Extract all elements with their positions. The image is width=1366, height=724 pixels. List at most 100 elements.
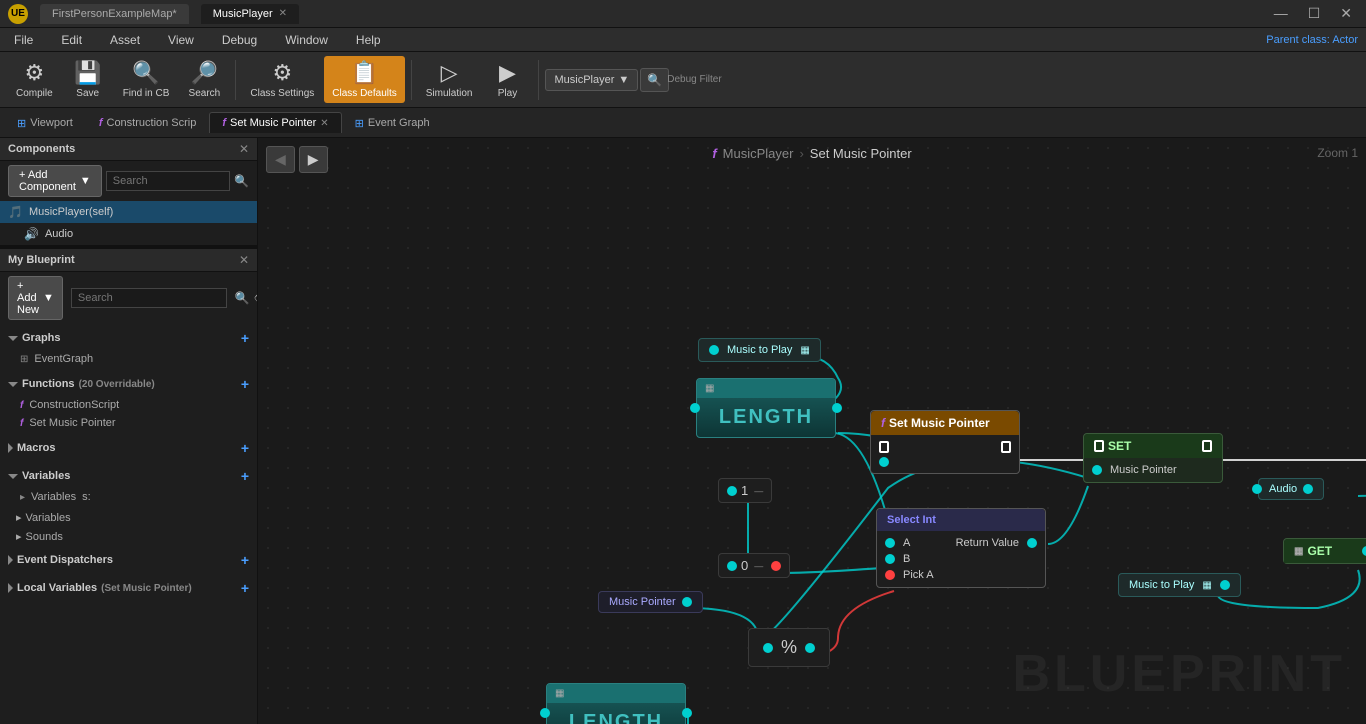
add-new-button[interactable]: + Add New ▼ [8,276,63,320]
component-search-input[interactable] [106,171,230,191]
tab-set-music-pointer[interactable]: f Set Music Pointer ✕ [209,112,341,133]
close-button[interactable]: ✕ [1334,3,1358,24]
node-get[interactable]: ▦ GET [1283,538,1366,564]
pin-music-to-play-top-out[interactable] [709,345,719,355]
local-variables-add-icon[interactable]: + [241,580,249,596]
menu-file[interactable]: File [8,31,39,49]
pin-set-exec-out[interactable] [1202,440,1212,452]
pin-length-1-in[interactable] [690,403,700,413]
pin-set-music-exec-in[interactable] [879,441,889,453]
comp-search-icon[interactable]: 🔍 [234,174,249,188]
macros-section-header[interactable]: Macros + [0,436,257,460]
search-button[interactable]: 🔎 Search [179,56,229,103]
menu-asset[interactable]: Asset [104,31,146,49]
event-dispatchers-header[interactable]: Event Dispatchers + [0,548,257,572]
functions-construction-script-item[interactable]: f ConstructionScript [0,396,257,414]
pin-value-0-red[interactable] [771,561,781,571]
variables-components-item[interactable]: ▸ Variabless: [0,488,257,506]
select-int-b-row: B [877,551,1045,567]
find-in-cb-button[interactable]: 🔍 Find in CB [115,56,178,103]
menu-window[interactable]: Window [279,31,334,49]
nav-back-button[interactable]: ◀ [266,146,295,173]
menu-view[interactable]: View [162,31,200,49]
pin-select-a[interactable] [885,538,895,548]
pin-value-0-out[interactable] [727,561,737,571]
class-defaults-button[interactable]: 📋 Class Defaults [324,56,404,103]
node-music-to-play-top[interactable]: Music to Play ▦ [698,338,821,362]
node-music-pointer-var[interactable]: Music Pointer [598,591,703,613]
pin-value-1-out[interactable] [727,486,737,496]
blueprint-search-input[interactable] [71,288,227,308]
graphs-event-graph-item[interactable]: ⊞ EventGraph [0,350,257,368]
my-blueprint-toolbar: + Add New ▼ 🔍 👁 [0,272,257,324]
pin-select-b[interactable] [885,554,895,564]
bp-search-icon[interactable]: 🔍 [235,291,250,305]
component-music-player[interactable]: 🎵 MusicPlayer(self) [0,201,257,223]
node-music-to-play-set[interactable]: Music to Play ▦ [1118,573,1241,597]
menu-help[interactable]: Help [350,31,387,49]
pin-length-1-out[interactable] [832,403,842,413]
variables-section-header[interactable]: Variables + [0,464,257,488]
pin-length-2-out[interactable] [682,708,692,718]
node-set[interactable]: SET Music Pointer [1083,433,1223,483]
tab-first-person-map[interactable]: FirstPersonExampleMap* [40,4,189,24]
pin-set-exec-in[interactable] [1094,440,1104,452]
pin-get-out[interactable] [1362,546,1366,556]
my-blueprint-close-icon[interactable]: ✕ [239,253,249,267]
pin-audio-out[interactable] [1303,484,1313,494]
debug-filter-dropdown[interactable]: MusicPlayer ▼ [545,69,638,91]
pin-set-music-exec-out[interactable] [1001,441,1011,453]
local-variables-header[interactable]: Local Variables (Set Music Pointer) + [0,576,257,600]
variables-components-row[interactable]: ▸ Variables [0,508,257,527]
menu-edit[interactable]: Edit [55,31,88,49]
tab-event-graph[interactable]: ⊞ Event Graph [342,112,443,134]
event-dispatchers-add-icon[interactable]: + [241,552,249,568]
pin-audio-in[interactable] [1252,484,1262,494]
class-settings-button[interactable]: ⚙ Class Settings [242,56,322,103]
simulation-button[interactable]: ▷ Simulation [418,56,481,103]
tab-construction-script[interactable]: f Construction Scrip [86,112,210,133]
node-value-1[interactable]: 1 — [718,478,772,503]
debug-search-button[interactable]: 🔍 [640,68,669,92]
pin-music-to-play-set-out[interactable] [1220,580,1230,590]
functions-section-header[interactable]: Functions (20 Overridable) + [0,372,257,396]
menu-debug[interactable]: Debug [216,31,263,49]
variables-sounds-row[interactable]: ▸ Sounds [0,527,257,546]
variables-add-icon[interactable]: + [241,468,249,484]
tab-close-icon[interactable]: ✕ [279,8,287,19]
pin-set-music-data-in[interactable] [879,457,889,467]
pin-select-pick-a[interactable] [885,570,895,580]
pin-set-music-pointer-in[interactable] [1092,465,1102,475]
maximize-button[interactable]: ☐ [1302,3,1327,24]
pin-length-2-in[interactable] [540,708,550,718]
compile-button[interactable]: ⚙ Compile [8,56,61,103]
functions-set-music-pointer-item[interactable]: f Set Music Pointer [0,414,257,432]
macros-add-icon[interactable]: + [241,440,249,456]
pin-modulo-out[interactable] [805,643,815,653]
save-button[interactable]: 💾 Save [63,56,113,103]
pin-modulo-in[interactable] [763,643,773,653]
node-length-1[interactable]: ▦ LENGTH [696,378,836,438]
node-length-2[interactable]: ▦ LENGTH [546,683,686,724]
graphs-add-icon[interactable]: + [241,330,249,346]
components-var-label: Variables [26,512,71,524]
minimize-button[interactable]: — [1268,3,1294,24]
add-component-button[interactable]: + Add Component ▼ [8,165,102,197]
components-close-icon[interactable]: ✕ [239,142,249,156]
pin-music-pointer-out[interactable] [682,597,692,607]
tab-set-music-close-icon[interactable]: ✕ [320,118,328,129]
graph-area[interactable]: ◀ ▶ f MusicPlayer › Set Music Pointer Zo… [258,138,1366,724]
node-audio-component[interactable]: Audio [1258,478,1324,500]
node-set-music-pointer[interactable]: f Set Music Pointer [870,410,1020,474]
graphs-section-header[interactable]: Graphs + [0,326,257,350]
node-select-int[interactable]: Select Int A Return Value B [876,508,1046,588]
functions-add-icon[interactable]: + [241,376,249,392]
pin-select-return[interactable] [1027,538,1037,548]
tab-viewport[interactable]: ⊞ Viewport [4,112,86,134]
node-modulo[interactable]: % [748,628,830,667]
tab-music-player[interactable]: MusicPlayer ✕ [201,4,299,24]
node-value-0[interactable]: 0 — [718,553,790,578]
component-audio[interactable]: 🔊 Audio [0,223,257,245]
nav-forward-button[interactable]: ▶ [299,146,328,173]
play-button[interactable]: ▶ Play [482,56,532,103]
